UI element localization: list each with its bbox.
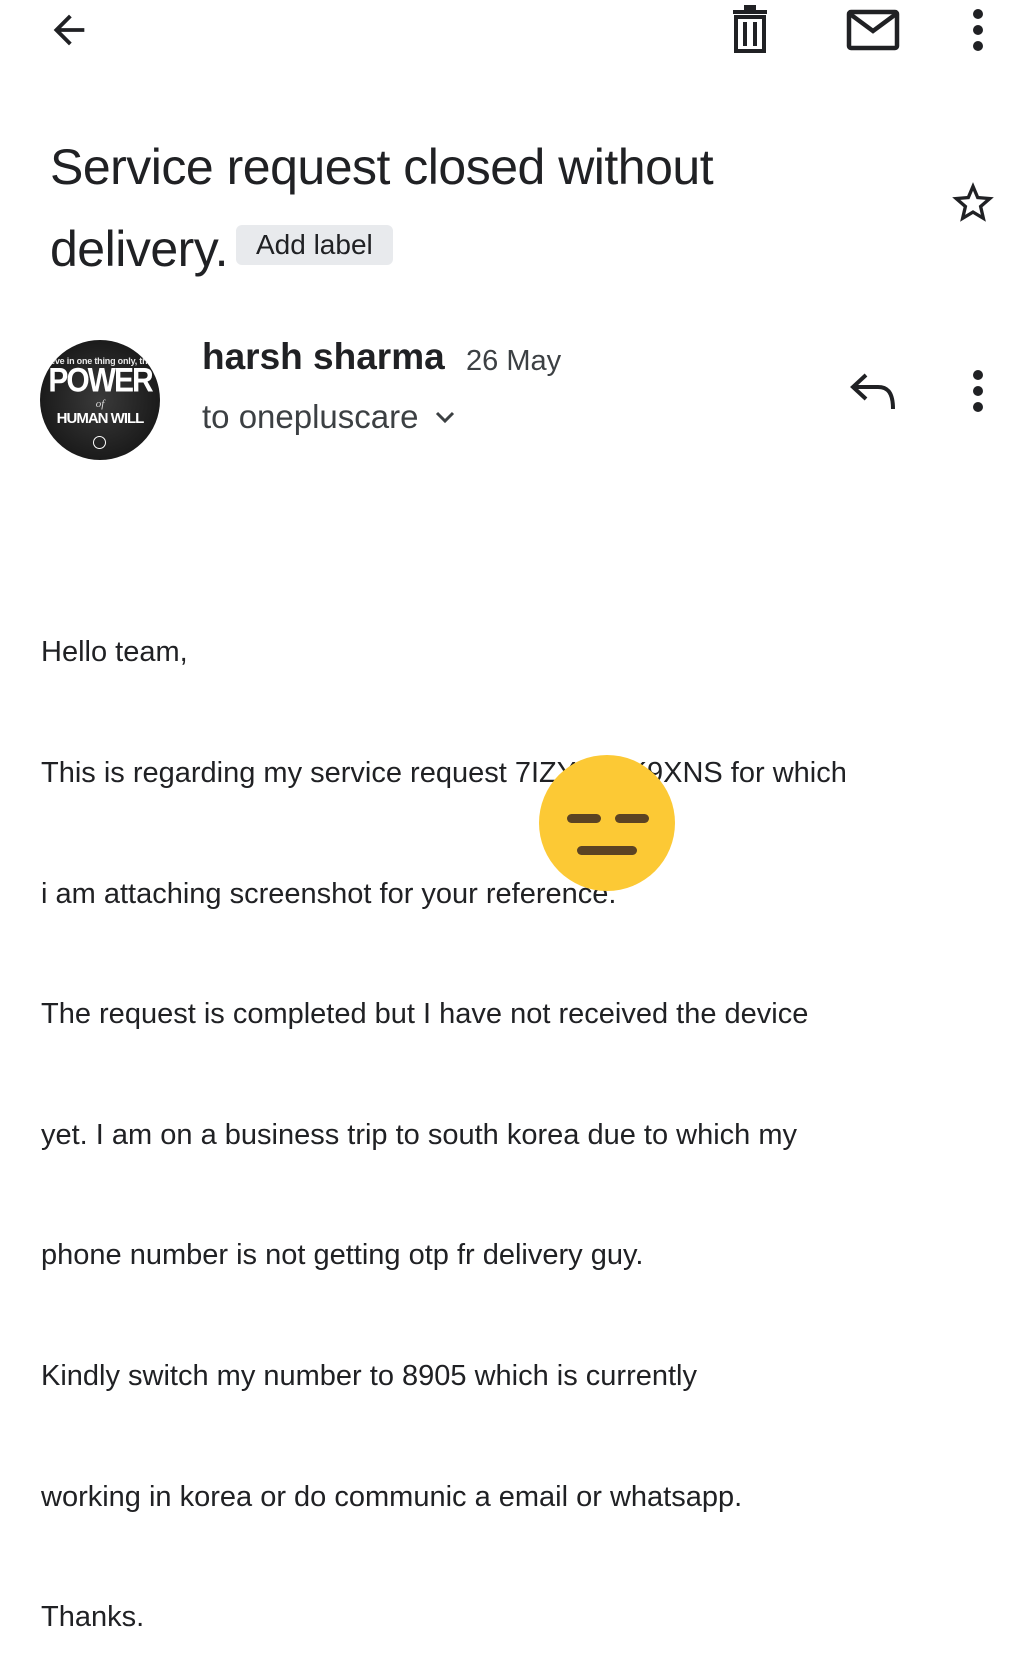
more-vertical-icon (973, 370, 983, 412)
subject-line-2: delivery. Add label (50, 208, 910, 290)
email-date: 26 May (466, 345, 562, 377)
emoji-left-eye (567, 814, 601, 823)
reply-icon (850, 373, 895, 410)
avatar-will-text: HUMAN WILL (56, 410, 145, 427)
sender-name[interactable]: harsh sharma (202, 336, 445, 378)
star-button[interactable] (942, 174, 1004, 232)
emoji-right-eye (615, 814, 649, 823)
expressionless-face-emoji-icon (539, 755, 675, 891)
more-vertical-icon (973, 9, 983, 51)
avatar-of-text: of (95, 398, 105, 410)
avatar-badge-icon (93, 436, 106, 449)
email-body: Hello team, This is regarding my service… (41, 552, 1011, 1678)
mail-icon (846, 9, 900, 51)
body-line: Thanks. (41, 1601, 145, 1634)
message-more-options-button[interactable] (956, 362, 1000, 420)
reply-button[interactable] (842, 366, 904, 416)
arrow-back-icon (53, 14, 85, 46)
add-label-button[interactable]: Add label (235, 224, 393, 265)
more-options-button[interactable] (956, 2, 1000, 58)
body-line: Hello team, (41, 636, 188, 669)
subject-line-1: Service request closed without (50, 139, 714, 195)
trash-icon (733, 5, 767, 53)
back-button[interactable] (40, 4, 98, 56)
body-line: The request is completed but I have not … (41, 998, 809, 1031)
recipient-text: to onepluscare (202, 398, 419, 435)
sender-avatar[interactable]: ieve in one thing only, the POWER of HUM… (40, 340, 160, 460)
mark-unread-button[interactable] (840, 2, 906, 58)
body-line: phone number is not getting otp fr deliv… (41, 1239, 644, 1272)
emoji-mouth (577, 846, 637, 855)
delete-button[interactable] (720, 2, 780, 58)
body-line: i am attaching screenshot for your refer… (41, 877, 617, 910)
avatar-power-text: POWER (48, 361, 153, 400)
chevron-down-icon (434, 410, 456, 424)
star-outline-icon (952, 182, 994, 222)
email-subject: Service request closed without delivery.… (50, 126, 910, 290)
recipient-details-toggle[interactable]: to onepluscare (202, 398, 456, 436)
body-line: working in korea or do communic a email … (41, 1480, 743, 1513)
body-line: Kindly switch my number to 8905 which is… (41, 1360, 697, 1393)
body-line: This is regarding my service request 7IZ… (41, 757, 847, 790)
subject-text-end: delivery. (50, 221, 228, 277)
body-line: yet. I am on a business trip to south ko… (41, 1118, 797, 1151)
